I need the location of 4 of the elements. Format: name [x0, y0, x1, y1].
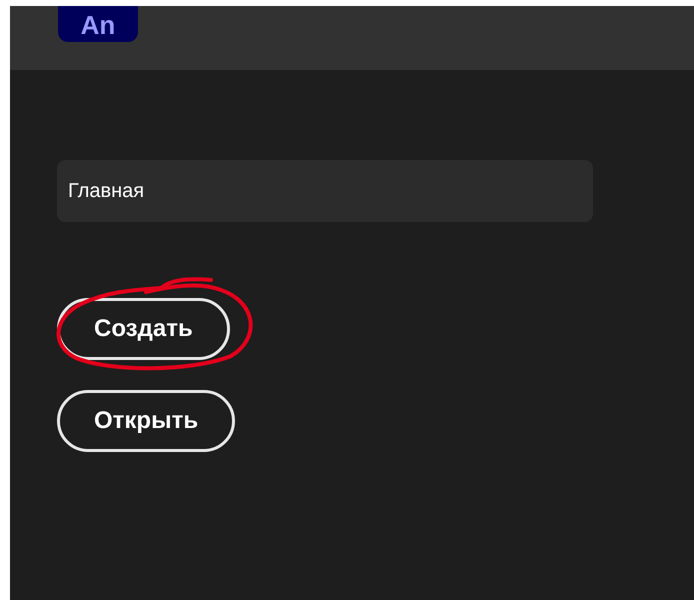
- action-button[interactable]: Открыть: [57, 390, 236, 452]
- app-logo: An: [58, 6, 138, 42]
- nav-item[interactable]: Главная: [57, 160, 593, 222]
- action-button[interactable]: Создать: [57, 298, 230, 360]
